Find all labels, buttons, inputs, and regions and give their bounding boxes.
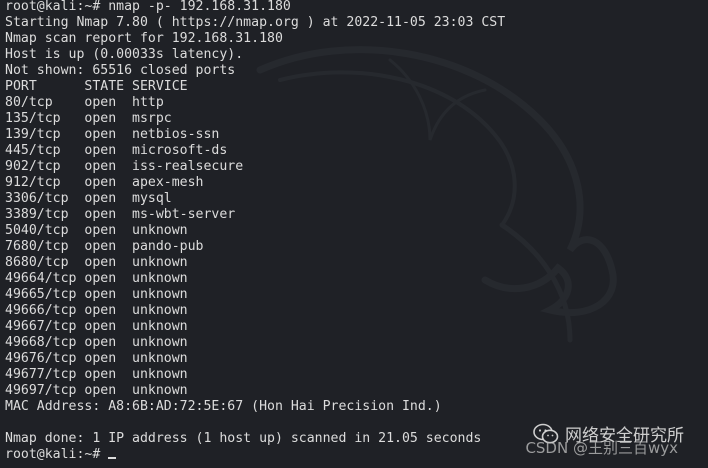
terminal-line: root@kali:~# nmap -p- 192.168.31.180 [5,0,291,14]
terminal-line: 49665/tcp open unknown [5,287,188,302]
csdn-watermark: CSDN @王别三百wyx [525,439,678,457]
terminal-window[interactable]: root@kali:~# nmap -p- 192.168.31.180 Star… [0,0,708,468]
terminal-line: MAC Address: A8:6B:AD:72:5E:67 (Hon Hai … [5,399,442,414]
terminal-line: 8680/tcp open unknown [5,255,188,270]
terminal-line: 7680/tcp open pando-pub [5,239,204,254]
terminal-line: 3306/tcp open mysql [5,191,172,206]
terminal-line: 445/tcp open microsoft-ds [5,143,228,158]
terminal-line: Starting Nmap 7.80 ( https://nmap.org ) … [5,15,506,30]
terminal-line: 135/tcp open msrpc [5,111,172,126]
terminal-line: 139/tcp open netbios-ssn [5,127,220,142]
terminal-line: 49676/tcp open unknown [5,351,188,366]
terminal-line: 49697/tcp open unknown [5,383,188,398]
prompt-line[interactable]: root@kali:~# [5,447,505,463]
terminal-line: 49666/tcp open unknown [5,303,188,318]
terminal-line: 49677/tcp open unknown [5,367,188,382]
terminal-line: Nmap scan report for 192.168.31.180 [5,31,283,46]
terminal-line: Host is up (0.00033s latency). [5,47,244,62]
terminal-line: PORT STATE SERVICE [5,79,188,94]
terminal-output[interactable]: root@kali:~# nmap -p- 192.168.31.180 Star… [5,0,505,463]
terminal-line: 912/tcp open apex-mesh [5,175,204,190]
terminal-line: Not shown: 65516 closed ports [5,63,236,78]
terminal-line: 49667/tcp open unknown [5,319,188,334]
shell-prompt: root@kali:~# [5,447,109,462]
terminal-line: 49664/tcp open unknown [5,271,188,286]
terminal-line: 3389/tcp open ms-wbt-server [5,207,236,222]
terminal-cursor [108,457,117,459]
terminal-line: 5040/tcp open unknown [5,223,188,238]
terminal-line: 80/tcp open http [5,95,164,110]
terminal-line: 49668/tcp open unknown [5,335,188,350]
terminal-line: 902/tcp open iss-realsecure [5,159,244,174]
terminal-line: Nmap done: 1 IP address (1 host up) scan… [5,431,482,446]
